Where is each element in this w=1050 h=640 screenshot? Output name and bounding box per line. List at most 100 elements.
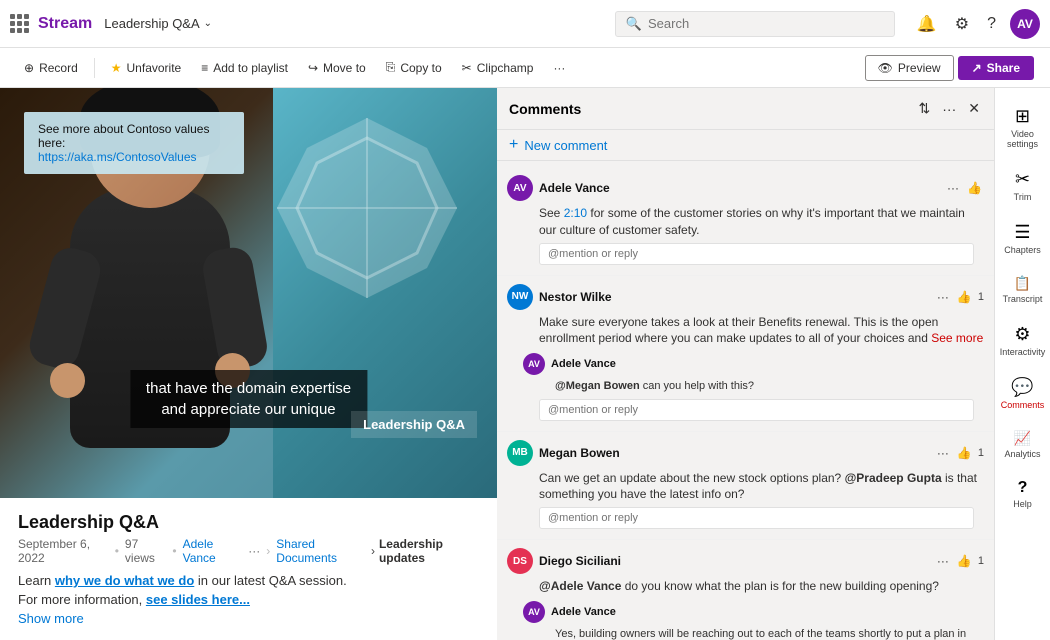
sub-comment-top: AV Adele Vance [523,601,984,623]
notifications-icon[interactable]: 🔔 [913,10,941,38]
logo-text: Leadership Q&A [363,417,465,432]
video-author-link[interactable]: Adele Vance [183,537,243,565]
avatar: AV [523,353,545,375]
subtitles: that have the domain expertise and appre… [130,370,367,428]
comment-actions: ··· 👍 1 [935,552,984,570]
info-bubble-text: See more about Contoso values here: [38,122,209,150]
avatar: DS [507,548,533,574]
close-comments-icon[interactable]: ✕ [966,98,982,119]
settings-icon[interactable]: ⚙ [951,10,973,38]
like-icon[interactable]: 👍 [955,552,974,570]
sidebar-item-comments[interactable]: 💬 Comments [995,367,1050,420]
sidebar-item-transcript[interactable]: 📋 Transcript [995,265,1050,314]
copy-to-button[interactable]: ⎘ Copy to [378,55,450,80]
sub-comment-body: @Megan Bowen can you help with this? [523,379,984,394]
sort-icon[interactable]: ⇅ [917,98,933,119]
search-icon: 🔍 [626,16,642,32]
comment-more-icon[interactable]: ··· [935,288,951,306]
video-title: Leadership Q&A [18,512,479,533]
move-to-button[interactable]: ↪ Move to [300,56,374,80]
sidebar-item-video-settings[interactable]: ⊞ Video settings [995,96,1050,159]
comment-item: DS Diego Siciliani ··· 👍 1 @Adele Vance … [497,540,994,640]
side-icons-panel: ⊞ Video settings ✂ Trim ☰ Chapters 📋 Tra… [994,88,1050,640]
timestamp-link[interactable]: 2:10 [564,206,587,220]
add-to-playlist-button[interactable]: ≡ Add to playlist [193,56,296,80]
record-button[interactable]: ⊕ Record [16,56,86,80]
slides-link[interactable]: see slides here... [146,592,250,607]
comment-item: NW Nestor Wilke ··· 👍 1 Make sure everyo… [497,276,994,432]
like-icon[interactable]: 👍 [955,288,974,306]
reply-input[interactable] [539,399,974,421]
sidebar-item-label: Trim [1014,192,1032,202]
info-bubble: See more about Contoso values here: http… [24,112,244,174]
comment-body: Can we get an update about the new stock… [507,470,984,504]
comment-author: Adele Vance [539,181,939,195]
see-more-link[interactable]: See more [931,331,983,345]
waffle-menu[interactable] [10,14,30,34]
breadcrumb: Leadership Q&A ⌄ [104,16,212,31]
unfavorite-button[interactable]: ★ Unfavorite [103,56,189,80]
analytics-icon: 📈 [1014,430,1031,447]
reply-input[interactable] [539,507,974,529]
search-bar[interactable]: 🔍 [615,11,895,37]
like-icon[interactable]: 👍 [965,179,984,197]
avatar: AV [523,601,545,623]
share-icon: ↗ [972,61,982,75]
comment-author: Adele Vance [551,606,984,618]
interactivity-icon: ⚙ [1014,324,1030,345]
like-icon[interactable]: 👍 [955,444,974,462]
sidebar-item-interactivity[interactable]: ⚙ Interactivity [995,314,1050,367]
desc-bold-link[interactable]: why we do what we do [55,573,194,588]
comment-body: See 2:10 for some of the customer storie… [507,205,984,239]
comment-more-icon[interactable]: ··· [935,552,951,570]
video-section: See more about Contoso values here: http… [0,88,497,640]
comment-author: Nestor Wilke [539,290,929,304]
comment-more-icon[interactable]: ··· [935,444,951,462]
clipchamp-button[interactable]: ✂ Clipchamp [454,56,542,80]
avatar[interactable]: AV [1010,9,1040,39]
transcript-icon: 📋 [1014,275,1031,292]
sidebar-item-chapters[interactable]: ☰ Chapters [995,212,1050,265]
video-player[interactable]: See more about Contoso values here: http… [0,88,497,498]
sidebar-item-label: Video settings [999,129,1046,149]
like-count: 1 [978,555,984,567]
share-button[interactable]: ↗ Share [958,56,1034,80]
help-icon: ? [1018,479,1028,497]
sidebar-item-trim[interactable]: ✂ Trim [995,159,1050,212]
sub-comment-top: AV Adele Vance [523,353,984,375]
trim-icon: ✂ [1015,169,1030,190]
sidebar-item-help[interactable]: ? Help [995,469,1050,519]
new-comment-label: New comment [524,138,607,153]
chapters-icon: ☰ [1014,222,1030,243]
avatar: AV [507,175,533,201]
comment-list: AV Adele Vance ··· 👍 See 2:10 for some o… [497,161,994,640]
comments-panel: Comments ⇅ ··· ✕ + New comment AV Adele … [497,88,994,640]
nav-icons: 🔔 ⚙ ? AV [913,9,1040,39]
comment-more-icon[interactable]: ··· [945,179,961,197]
reply-input-wrap [507,395,984,427]
search-input[interactable] [648,16,884,31]
shared-docs-link[interactable]: Shared Documents [276,537,367,565]
help-icon[interactable]: ? [983,11,1000,37]
sidebar-item-label: Analytics [1004,449,1040,459]
info-bubble-link[interactable]: https://aka.ms/ContosoValues [38,150,197,164]
move-icon: ↪ [308,61,318,75]
breadcrumb-current: Leadership updates [379,537,479,565]
more-options-button[interactable]: ··· [545,56,573,80]
comments-title: Comments [509,101,917,117]
video-info: Leadership Q&A September 6, 2022 • 97 vi… [0,498,497,640]
new-comment-button[interactable]: + New comment [497,130,994,161]
breadcrumb-path: Shared Documents › Leadership updates [276,537,479,565]
more-options-icon[interactable]: ··· [940,98,958,119]
preview-icon: 👁 [878,61,893,75]
plus-icon: + [509,136,518,154]
comment-top: NW Nestor Wilke ··· 👍 1 [507,284,984,310]
preview-button[interactable]: 👁 Preview [865,55,954,81]
show-more-link[interactable]: Show more [18,611,479,626]
sidebar-item-analytics[interactable]: 📈 Analytics [995,420,1050,469]
comments-icon: 💬 [1011,377,1033,398]
video-date: September 6, 2022 [18,537,109,565]
reply-input[interactable] [539,243,974,265]
video-views: 97 views [125,537,166,565]
breadcrumb-title[interactable]: Leadership Q&A [104,16,199,31]
